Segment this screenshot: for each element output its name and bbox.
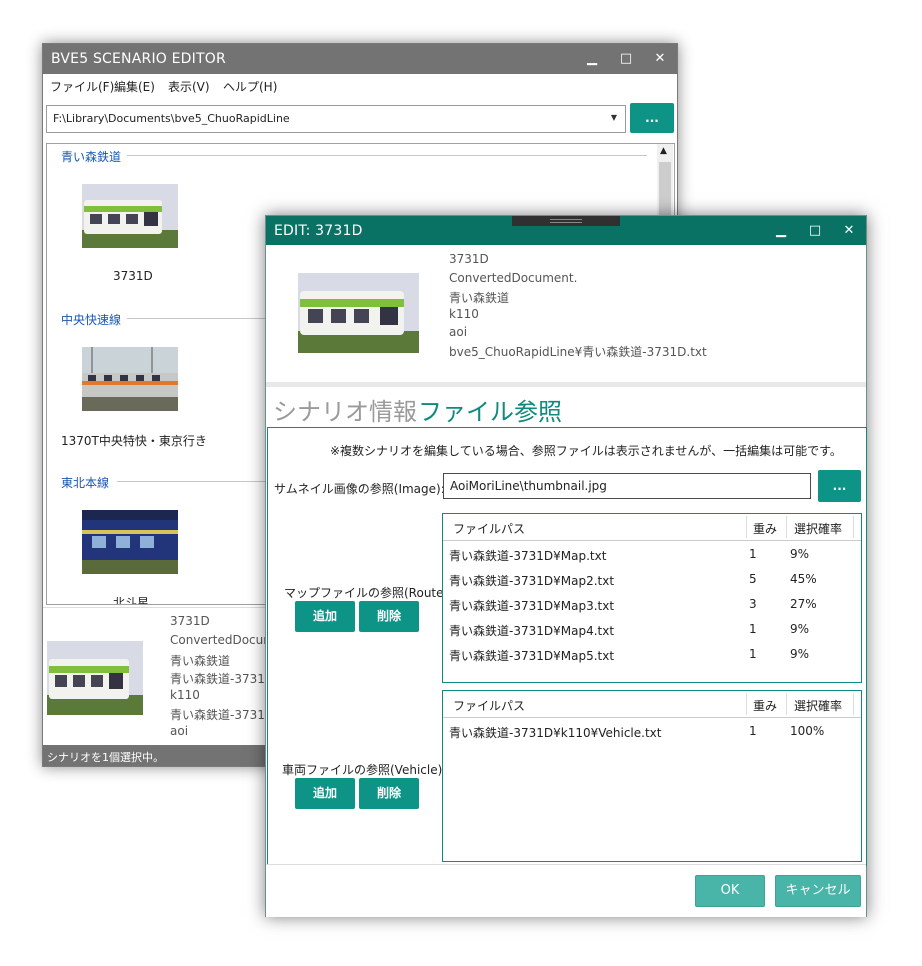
cell-path: 青い森鉄道-3731D¥k110¥Vehicle.txt [449,726,662,740]
menu-bar: ファイル(F) 編集(E) 表示(V) ヘルプ(H) [43,74,677,98]
tab-file-reference[interactable]: ファイル参照 [418,392,562,427]
close-icon[interactable]: ✕ [643,44,677,74]
cell-probability: 9% [790,647,810,661]
detail-line: 青い森鉄道-3731D [170,672,275,686]
vehicle-delete-button[interactable]: 削除 [359,778,419,809]
cell-probability: 100% [790,724,825,738]
cell-probability: 9% [790,547,810,561]
edit-titlebar[interactable]: EDIT: 3731D ▁ □ ✕ [266,216,866,245]
route-label: マップファイルの参照(Route): [284,586,453,600]
menu-file[interactable]: ファイル(F) [50,78,114,95]
detail-line: 青い森鉄道-3731D [170,708,275,722]
info-line: k110 [449,307,479,321]
detail-line: ConvertedDocun [170,633,271,647]
file-reference-panel: ※複数シナリオを編集している場合、参照ファイルは表示されませんが、一括編集は可能… [267,427,867,866]
menu-edit[interactable]: 編集(E) [114,78,155,95]
menu-view[interactable]: 表示(V) [168,78,210,95]
cell-weight: 1 [749,647,757,661]
detail-line: 3731D [170,614,210,628]
vehicle-add-button[interactable]: 追加 [295,778,355,809]
drag-grip-icon[interactable] [512,216,620,226]
browse-path-button[interactable]: ... [630,103,674,133]
dialog-footer: OK キャンセル [266,864,866,917]
group-header: 青い森鉄道 [61,150,122,164]
detail-line: 青い森鉄道 [170,654,231,668]
edit-dialog-title: EDIT: 3731D [274,223,363,239]
scenario-thumbnail[interactable] [82,184,178,248]
scenario-caption[interactable]: 3731D [113,269,153,283]
info-line: aoi [449,325,468,339]
grid-header: ファイルパス 重み 選択確率 [443,691,861,718]
cell-weight: 5 [749,572,757,586]
column-header-probability[interactable]: 選択確率 [794,520,842,537]
scenario-caption[interactable]: 北斗星 [113,594,149,604]
cell-path: 青い森鉄道-3731D¥Map5.txt [449,649,615,663]
scenario-caption[interactable]: 1370T中央特快・東京行き [61,432,207,449]
group-header: 中央快速線 [61,313,122,327]
info-line: bve5_ChuoRapidLine¥青い森鉄道-3731D.txt [449,345,707,359]
cell-weight: 1 [749,547,757,561]
edit-dialog: EDIT: 3731D ▁ □ ✕ 3731D ConvertedDocumen… [265,215,867,917]
route-delete-button[interactable]: 削除 [359,601,419,632]
path-combo-value: F:\Library\Documents\bve5_ChuoRapidLine [53,112,290,125]
vehicle-file-grid[interactable]: ファイルパス 重み 選択確率 青い森鉄道-3731D¥k110¥Vehicle.… [442,690,862,862]
detail-line: aoi [170,724,189,738]
maximize-icon[interactable]: □ [609,44,643,74]
cancel-button[interactable]: キャンセル [775,875,861,907]
browse-thumbnail-button[interactable]: ... [818,470,861,502]
cell-weight: 1 [749,622,757,636]
cell-path: 青い森鉄道-3731D¥Map2.txt [449,574,615,588]
info-line: 青い森鉄道 [449,291,510,305]
cell-probability: 27% [790,597,817,611]
info-line: ConvertedDocument. [449,271,578,285]
group-header: 東北本線 [61,476,110,490]
cell-path: 青い森鉄道-3731D¥Map4.txt [449,624,615,638]
section-divider [266,382,866,387]
menu-help[interactable]: ヘルプ(H) [223,78,277,95]
close-icon[interactable]: ✕ [832,216,866,246]
maximize-icon[interactable]: □ [798,216,832,246]
column-header-weight[interactable]: 重み [753,697,777,714]
cell-path: 青い森鉄道-3731D¥Map3.txt [449,599,615,613]
multi-edit-notice: ※複数シナリオを編集している場合、参照ファイルは表示されませんが、一括編集は可能… [330,444,842,458]
thumbnail-label: サムネイル画像の参照(Image): [274,482,445,496]
grid-header: ファイルパス 重み 選択確率 [443,514,861,541]
cell-weight: 3 [749,597,757,611]
scenario-thumbnail[interactable] [82,510,178,574]
route-file-grid[interactable]: ファイルパス 重み 選択確率 青い森鉄道-3731D¥Map.txt 1 9% … [442,513,862,683]
column-header-weight[interactable]: 重み [753,520,777,537]
column-header-probability[interactable]: 選択確率 [794,697,842,714]
scroll-up-icon[interactable]: ▲ [660,146,667,156]
path-combo[interactable]: F:\Library\Documents\bve5_ChuoRapidLine … [46,105,626,133]
cell-path: 青い森鉄道-3731D¥Map.txt [449,549,607,563]
main-titlebar[interactable]: BVE5 SCENARIO EDITOR ▁ □ ✕ [43,44,677,74]
status-text: シナリオを1個選択中。 [47,751,164,764]
scenario-thumbnail [298,273,419,353]
info-line: 3731D [449,252,489,266]
minimize-icon[interactable]: ▁ [764,216,798,246]
route-add-button[interactable]: 追加 [295,601,355,632]
minimize-icon[interactable]: ▁ [575,44,609,74]
detail-line: k110 [170,688,200,702]
thumbnail-path-input[interactable]: AoiMoriLine\thumbnail.jpg [443,473,811,499]
tab-scenario-info[interactable]: シナリオ情報 [273,392,417,427]
thumbnail-path-value: AoiMoriLine\thumbnail.jpg [450,479,607,493]
scenario-thumbnail[interactable] [82,347,178,411]
cell-probability: 9% [790,622,810,636]
group-divider [127,155,647,156]
selected-thumbnail [47,641,143,715]
window-title: BVE5 SCENARIO EDITOR [51,51,226,67]
column-header-path[interactable]: ファイルパス [453,520,525,537]
dropdown-arrow-icon[interactable]: ▼ [611,113,617,122]
cell-weight: 1 [749,724,757,738]
ok-button[interactable]: OK [695,875,765,907]
vehicle-label: 車両ファイルの参照(Vehicle): [282,763,447,777]
cell-probability: 45% [790,572,817,586]
column-header-path[interactable]: ファイルパス [453,697,525,714]
